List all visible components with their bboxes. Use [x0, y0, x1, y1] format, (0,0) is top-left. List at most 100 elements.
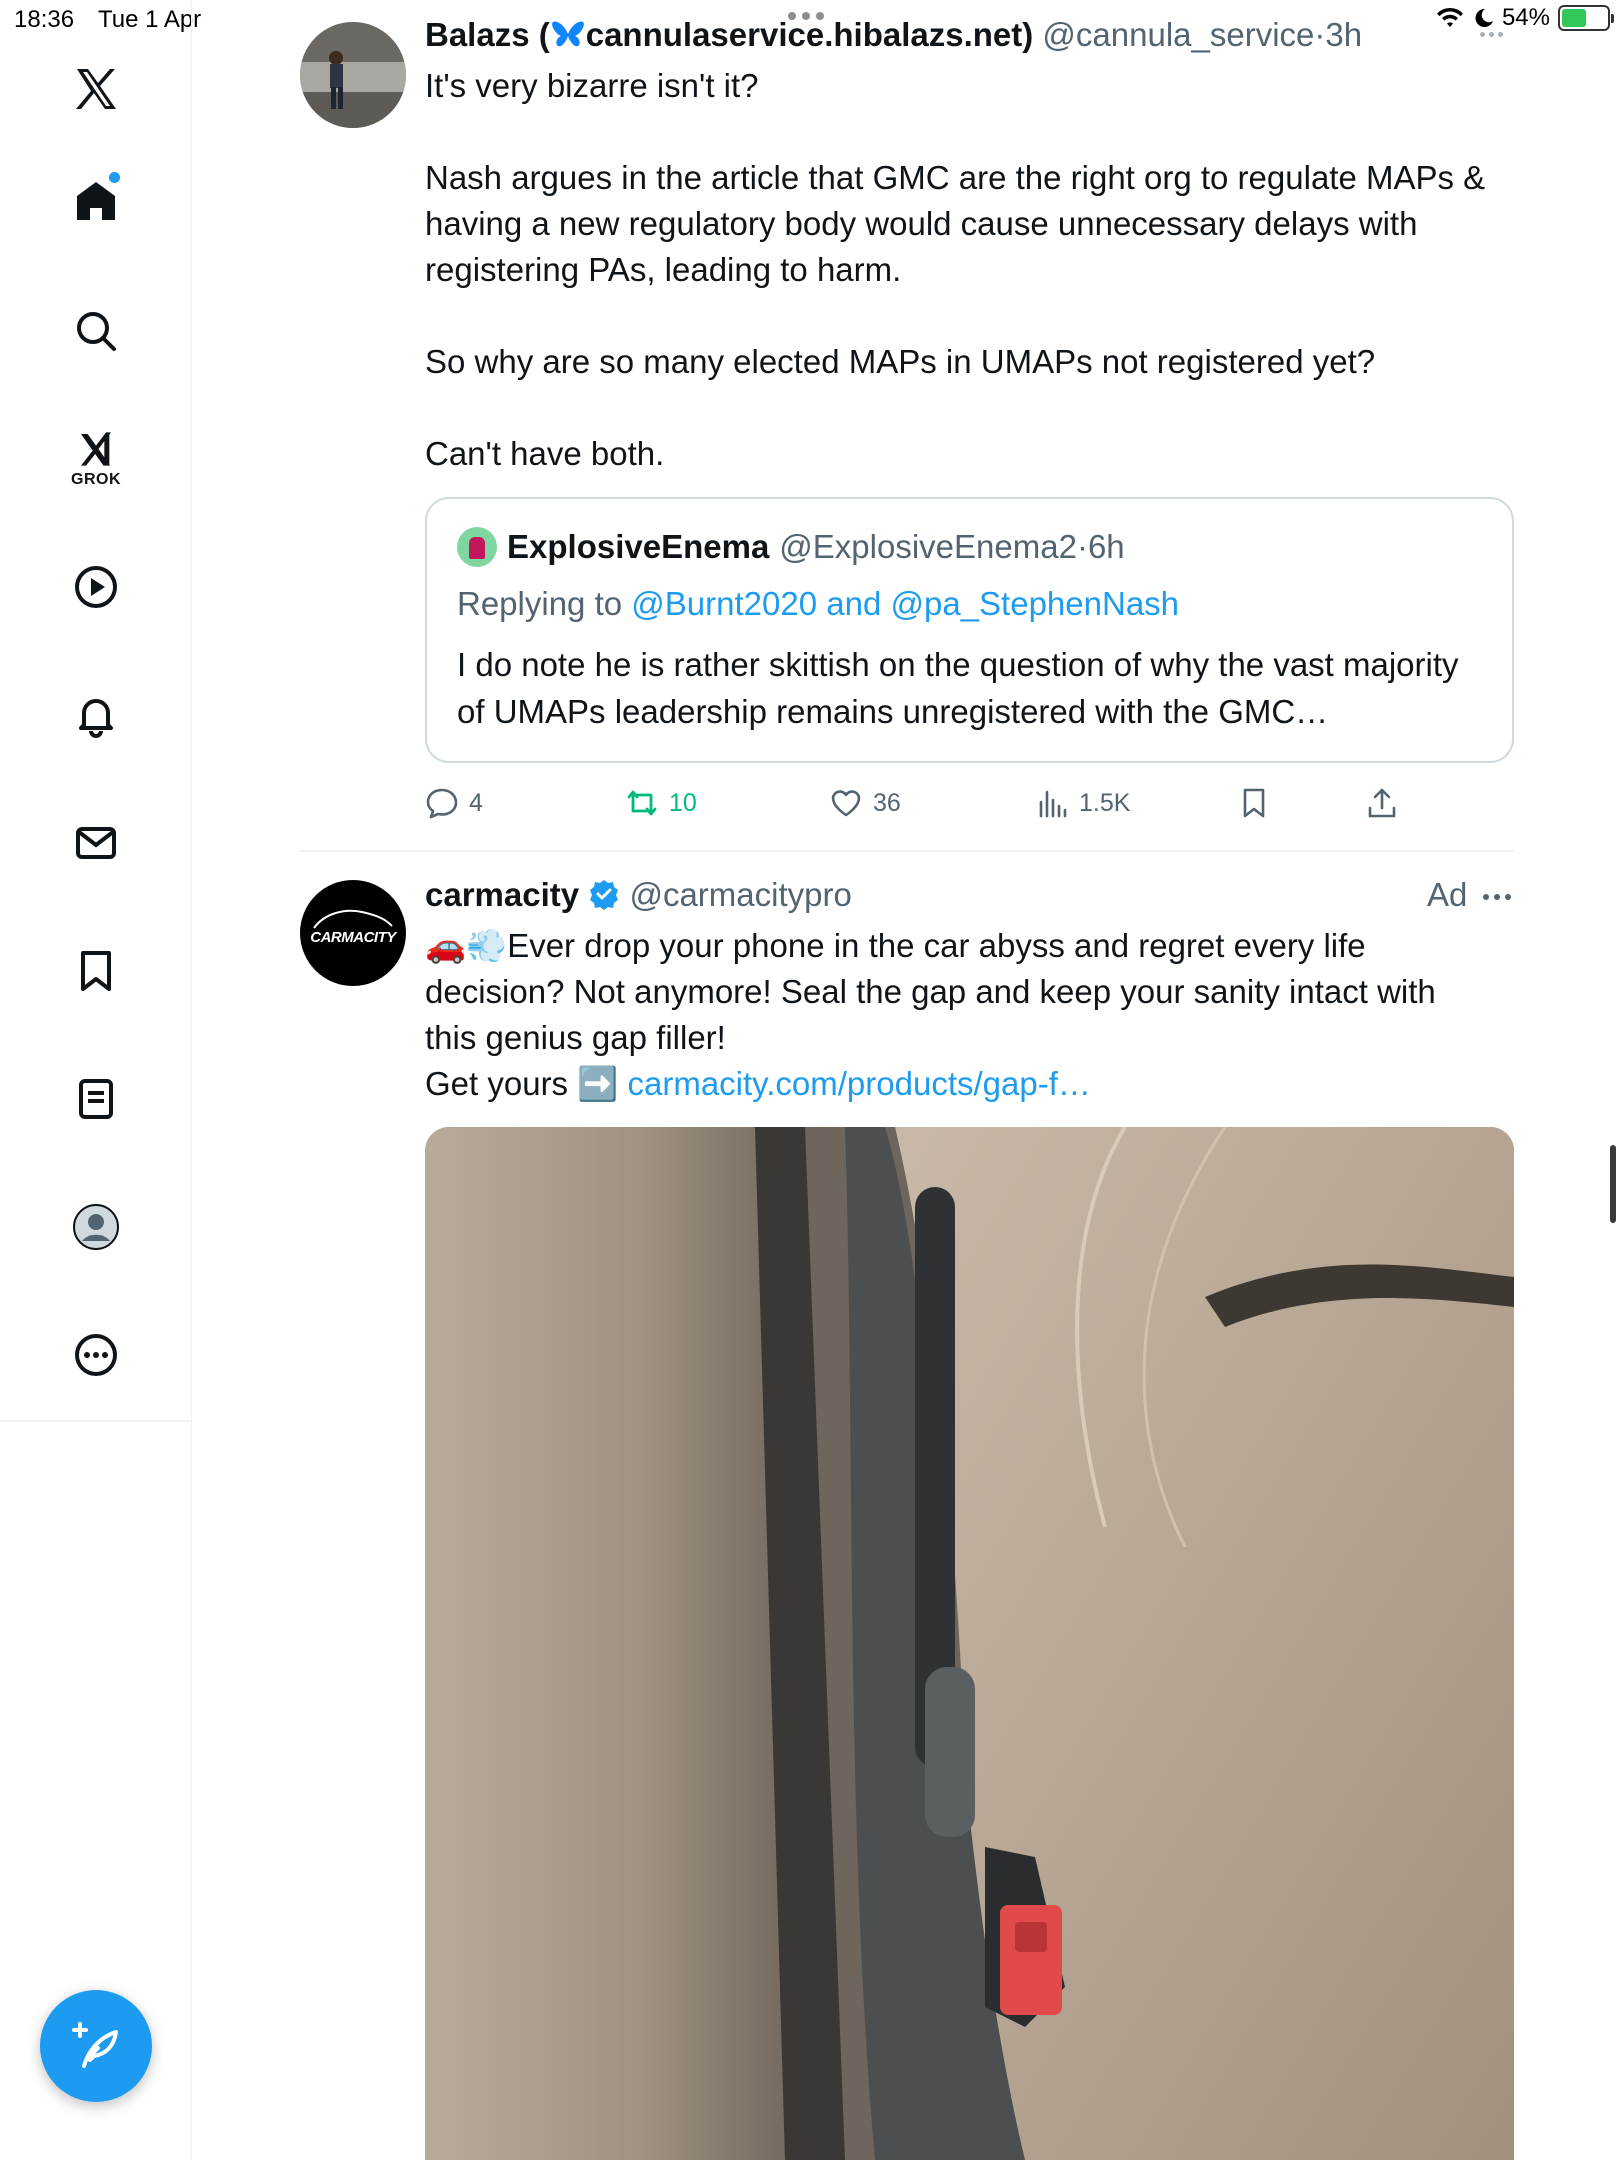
- mail-icon: [76, 827, 116, 859]
- ad-text-line: this genius gap filler!: [425, 1019, 726, 1056]
- sidebar-item-bookmarks[interactable]: [46, 926, 146, 1016]
- dot-separator: ·: [1076, 528, 1088, 565]
- repost-button[interactable]: 10: [625, 778, 697, 828]
- tweet-text-line: [425, 385, 1514, 431]
- car-emoji: 🚗: [425, 927, 467, 964]
- reply-count: 4: [469, 788, 483, 817]
- quote-text: I do note he is rather skittish on the q…: [457, 646, 1459, 730]
- tweet-text-line: [425, 109, 1514, 155]
- ad-label: Ad: [1427, 876, 1468, 913]
- reply-button[interactable]: 4: [425, 778, 483, 828]
- quote-header: ExplosiveEnema @ExplosiveEnema2 · 6h: [457, 527, 1125, 567]
- ad-link[interactable]: carmacity.com/products/gap-f…: [628, 1065, 1091, 1102]
- tweet-time[interactable]: 3h: [1325, 16, 1362, 53]
- quote-time: 6h: [1087, 528, 1125, 565]
- tweet-author-avatar[interactable]: [300, 22, 406, 128]
- sidebar-item-grok[interactable]: GROK: [46, 414, 146, 504]
- ad-text-line: decision? Not anymore! Seal the gap and …: [425, 973, 1436, 1010]
- status-indicators: 54%: [1436, 4, 1614, 32]
- sidebar-item-lists[interactable]: [46, 1054, 146, 1144]
- compose-icon: [72, 2022, 118, 2068]
- moon-icon: [1475, 8, 1493, 27]
- like-count: 36: [873, 788, 901, 817]
- repost-count: 10: [669, 788, 697, 817]
- mention-link[interactable]: @pa_StephenNash: [890, 585, 1179, 622]
- quote-author-avatar[interactable]: [457, 527, 497, 567]
- mention-link[interactable]: @Burnt2020: [631, 585, 817, 622]
- ad-tweet-body: 🚗💨Ever drop your phone in the car abyss …: [425, 923, 1514, 1107]
- tweet-text-line: Nash argues in the article that GMC are …: [425, 159, 1486, 196]
- sidebar-item-home[interactable]: [46, 156, 146, 246]
- avatar-icon: [73, 1204, 119, 1250]
- sidebar-item-notifications[interactable]: [46, 670, 146, 760]
- quote-author-handle: @ExplosiveEnema2: [779, 528, 1077, 565]
- ad-author-handle[interactable]: @carmacitypro: [629, 876, 851, 913]
- verified-badge-icon: [590, 880, 619, 910]
- sidebar-item-messages[interactable]: [46, 798, 146, 888]
- battery-icon: [1558, 5, 1614, 31]
- tweet-text-line: having a new regulatory body would cause…: [425, 205, 1418, 242]
- tweet-more-icon[interactable]: [1480, 32, 1503, 37]
- ad-text-line: Get yours: [425, 1065, 569, 1102]
- car-seat-gap-filler-image: [425, 1127, 1514, 2160]
- grok-icon: [81, 432, 111, 466]
- views-button[interactable]: 1.5K: [1035, 778, 1130, 828]
- tweet-divider: [300, 850, 1514, 852]
- tweet-text-line: [425, 293, 1514, 339]
- quote-author-name: ExplosiveEnema: [507, 528, 770, 565]
- notification-dot: [109, 172, 120, 183]
- avatar-brand-text: CARMACITY: [310, 928, 396, 946]
- bookmark-icon: [1243, 788, 1265, 818]
- views-count: 1.5K: [1079, 788, 1131, 817]
- sidebar-item-videos[interactable]: [46, 542, 146, 632]
- butterfly-icon: [551, 21, 584, 47]
- x-logo-icon[interactable]: [46, 44, 146, 134]
- search-icon: [77, 312, 116, 351]
- bell-icon: [79, 699, 113, 738]
- share-icon: [1368, 788, 1396, 818]
- ad-author-avatar[interactable]: CARMACITY: [300, 880, 406, 986]
- replying-to: Replying to @Burnt2020 and @pa_StephenNa…: [457, 585, 1179, 623]
- sidebar: GROK: [0, 0, 192, 2160]
- compose-button[interactable]: [40, 1990, 152, 2102]
- share-button[interactable]: [1365, 778, 1399, 828]
- replying-prefix: Replying to: [457, 585, 623, 622]
- tweet-text-line: registering PAs, leading to harm.: [425, 251, 902, 288]
- sidebar-item-profile[interactable]: [46, 1182, 146, 1272]
- play-icon: [75, 566, 117, 608]
- author-name-domain[interactable]: cannulaservice.hibalazs.net): [586, 16, 1034, 53]
- tweet-text-line: So why are so many elected MAPs in UMAPs…: [425, 343, 1376, 380]
- list-icon: [79, 1079, 113, 1119]
- bookmark-button[interactable]: [1237, 778, 1271, 828]
- grok-label: GROK: [71, 471, 121, 488]
- tweet-text-line: It's very bizarre isn't it?: [425, 67, 759, 104]
- ad-tweet-header: carmacity @carmacitypro: [425, 876, 852, 914]
- sidebar-item-more[interactable]: [46, 1310, 146, 1400]
- arrow-emoji: ➡️: [577, 1065, 619, 1102]
- heart-icon: [831, 790, 861, 817]
- sidebar-divider: [0, 1420, 192, 1422]
- tweet-text-line: Can't have both.: [425, 435, 665, 472]
- ad-text-line: Ever drop your phone in the car abyss an…: [507, 927, 1366, 964]
- more-icon: [75, 1334, 117, 1376]
- sidebar-item-explore[interactable]: [46, 286, 146, 376]
- wifi-icon: [1436, 7, 1463, 27]
- author-handle[interactable]: @cannula_service: [1042, 16, 1314, 53]
- replying-and: and: [826, 585, 882, 622]
- ad-author-name[interactable]: carmacity: [425, 876, 579, 913]
- tweet-body: It's very bizarre isn't it? Nash argues …: [425, 63, 1514, 477]
- bookmark-icon: [81, 951, 111, 991]
- battery-percent: 54%: [1501, 4, 1550, 31]
- reply-icon: [426, 788, 458, 819]
- repost-icon: [627, 790, 657, 816]
- views-icon: [1039, 790, 1067, 818]
- ad-more-icon[interactable]: [1483, 894, 1511, 900]
- ad-media-image[interactable]: [425, 1127, 1514, 2160]
- like-button[interactable]: 36: [829, 778, 901, 828]
- author-name[interactable]: Balazs (: [425, 16, 550, 53]
- home-icon: [77, 182, 115, 220]
- scrollbar-thumb[interactable]: [1610, 1145, 1616, 1223]
- dash-emoji: 💨: [466, 927, 508, 964]
- quoted-tweet[interactable]: ExplosiveEnema @ExplosiveEnema2 · 6h Reply…: [425, 497, 1514, 763]
- tweet-header: Balazs ( cannulaservice.hibalazs.net) @ca…: [425, 16, 1362, 54]
